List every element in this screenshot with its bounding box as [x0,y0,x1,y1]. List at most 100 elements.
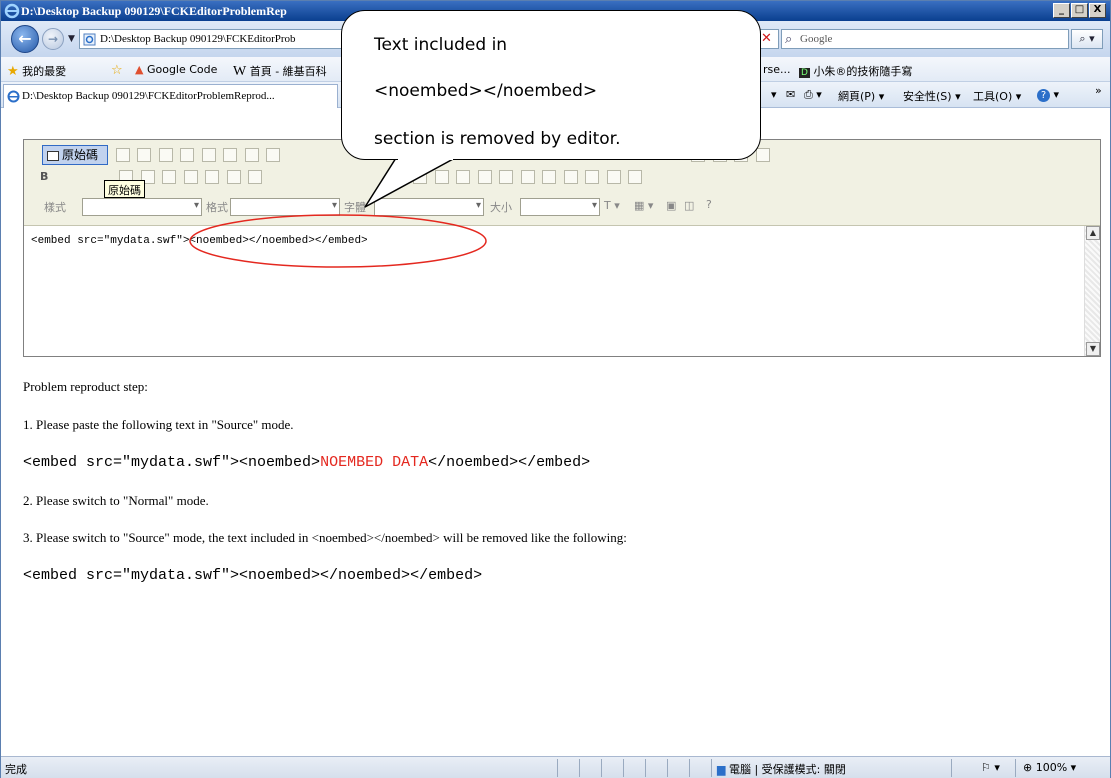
anchor-icon[interactable] [477,170,492,184]
scroll-down-icon[interactable]: ▼ [1086,342,1100,356]
blockquote-icon[interactable] [248,170,263,184]
code-sample-2: <embed src="mydata.swf"><noembed></noemb… [23,567,483,584]
safety-menu[interactable]: 安全性(S) ▾ [903,88,961,104]
special-char-icon[interactable] [606,170,621,184]
chevron-more-icon[interactable]: » [1095,84,1102,97]
paste-icon[interactable] [115,148,130,162]
font-combo[interactable] [374,198,484,216]
favorite-item-blog[interactable]: D 小朱®的技術隨手寫 [799,63,912,79]
url-text: D:\Desktop Backup 090129\FCKEditorProb [100,33,296,45]
favorite-item-google-code[interactable]: ▲ Google Code [135,63,217,76]
status-bar: 完成 ▆ 電腦 | 受保護模式: 關閉 ⚐ ▾ ⊕ 100% ▾ [1,756,1110,778]
window-title: D:\Desktop Backup 090129\FCKEditorProble… [21,4,287,18]
flash-icon[interactable] [520,170,535,184]
zoom-control[interactable]: ⊕ 100% ▾ [1023,761,1076,774]
rule-icon[interactable] [563,170,578,184]
back-button[interactable]: ← [11,25,39,53]
font-label: 字體 [344,201,366,214]
tab-title: D:\Desktop Backup 090129\FCKEditorProble… [22,90,275,102]
computer-icon: ▆ [717,763,726,776]
step-2: 2. Please switch to "Normal" mode. [23,493,209,508]
search-placeholder: Google [800,33,833,45]
pagebreak-icon[interactable] [628,170,643,184]
code-sample-1: <embed src="mydata.swf"><noembed>NOEMBED… [23,454,591,471]
text-color-icon[interactable]: T ▾ [604,199,620,212]
wikipedia-icon: W [233,64,247,79]
help-icon[interactable]: ? ▾ [1037,88,1059,102]
print-icon[interactable]: ⎙ ▾ [804,88,822,102]
tools-menu[interactable]: 工具(O) ▾ [973,88,1021,104]
style-label: 樣式 [44,201,66,214]
show-blocks-icon[interactable]: ◫ [684,199,694,212]
add-favorite-icon[interactable]: ☆ [111,63,123,78]
callout-line-2: <noembed></noembed> [374,81,598,101]
search-button[interactable]: ⌕ ▾ [1071,29,1103,49]
favorites-label: 我的最愛 [22,65,67,78]
format-combo[interactable] [230,198,340,216]
security-zone[interactable]: ▆ 電腦 | 受保護模式: 關閉 [717,761,846,777]
forward-button[interactable]: → [42,28,64,50]
size-label: 大小 [490,201,512,214]
minimize-button[interactable]: _ [1053,3,1070,18]
justify-icon[interactable] [413,170,428,184]
preview-icon[interactable] [180,148,194,162]
steps-heading: Problem reproduct step: [23,379,148,394]
indent-icon[interactable] [226,170,241,184]
page-menu[interactable]: 網頁(P) ▾ [838,88,884,104]
format-label: 格式 [206,201,228,214]
unlink-icon[interactable] [456,170,471,184]
fckeditor: 原始碼 B 原始碼 樣式 ▾ 格式 ▾ 字體 ▾ 大小 ▾ T ▾ ▦ ▾ ▣ … [23,139,1101,357]
search-icon: ⌕ [785,31,793,46]
favorites-button[interactable]: ★ 我的最愛 [7,63,66,79]
step-1: 1. Please paste the following text in "S… [23,417,294,432]
source-text: <embed src="mydata.swf"><noembed></noemb… [31,235,368,247]
table-icon[interactable] [542,170,557,184]
history-dropdown-icon[interactable]: ▼ [68,34,75,44]
smiley-icon[interactable] [585,170,600,184]
source-icon [47,150,59,161]
feeds-icon[interactable]: ▾ [771,88,777,101]
ie-logo-icon [4,3,20,19]
close-button[interactable]: X [1089,3,1106,18]
source-textarea[interactable]: <embed src="mydata.swf"><noembed></noemb… [24,226,1084,356]
cut-icon[interactable] [223,148,237,162]
popup-blocker-icon[interactable]: ⚐ ▾ [981,761,1000,774]
maximize-icon[interactable]: ▣ [666,199,676,212]
templates-icon[interactable] [201,148,216,162]
google-code-icon: ▲ [135,63,144,76]
blog-icon: D [799,68,810,78]
tab-page-icon [7,90,20,103]
about-icon[interactable]: ? [706,198,712,211]
outdent-icon[interactable] [205,170,220,184]
copy-icon[interactable] [244,148,259,162]
callout-line-3: section is removed by editor. [374,129,621,149]
search-input[interactable]: ⌕ Google [781,29,1069,49]
mail-icon[interactable]: ✉ [786,88,795,101]
unordered-list-icon[interactable] [183,170,198,184]
noembed-data-text: NOEMBED DATA [320,454,429,471]
bold-button[interactable]: B [40,170,48,183]
page-icon [83,33,96,46]
vertical-scrollbar[interactable]: ▲ ▼ [1084,226,1100,356]
browser-tab[interactable]: D:\Desktop Backup 090129\FCKEditorProble… [3,84,338,108]
stop-icon[interactable]: ✕ [761,31,772,46]
source-tooltip: 原始碼 [104,180,145,198]
status-text: 完成 [5,763,27,776]
favorite-item-truncated[interactable]: rse... [763,63,791,76]
new-page-icon[interactable] [158,148,173,162]
ordered-list-icon[interactable] [162,170,177,184]
style-combo[interactable] [82,198,202,216]
favorite-item-wikipedia[interactable]: W 首頁 - 維基百科 [233,63,327,80]
size-combo[interactable] [520,198,600,216]
save-icon[interactable] [137,148,151,162]
bg-color-icon[interactable]: ▦ ▾ [634,199,653,212]
paste-text-icon[interactable] [266,148,280,162]
star-icon: ★ [7,64,19,79]
link-icon[interactable] [434,170,449,184]
annotation-callout: Text included in <noembed></noembed> sec… [341,10,761,160]
maximize-button[interactable]: □ [1071,3,1088,18]
image-icon[interactable] [499,170,514,184]
source-button[interactable]: 原始碼 [42,145,108,165]
hidden-field-icon[interactable] [755,148,770,162]
scroll-up-icon[interactable]: ▲ [1086,226,1100,240]
